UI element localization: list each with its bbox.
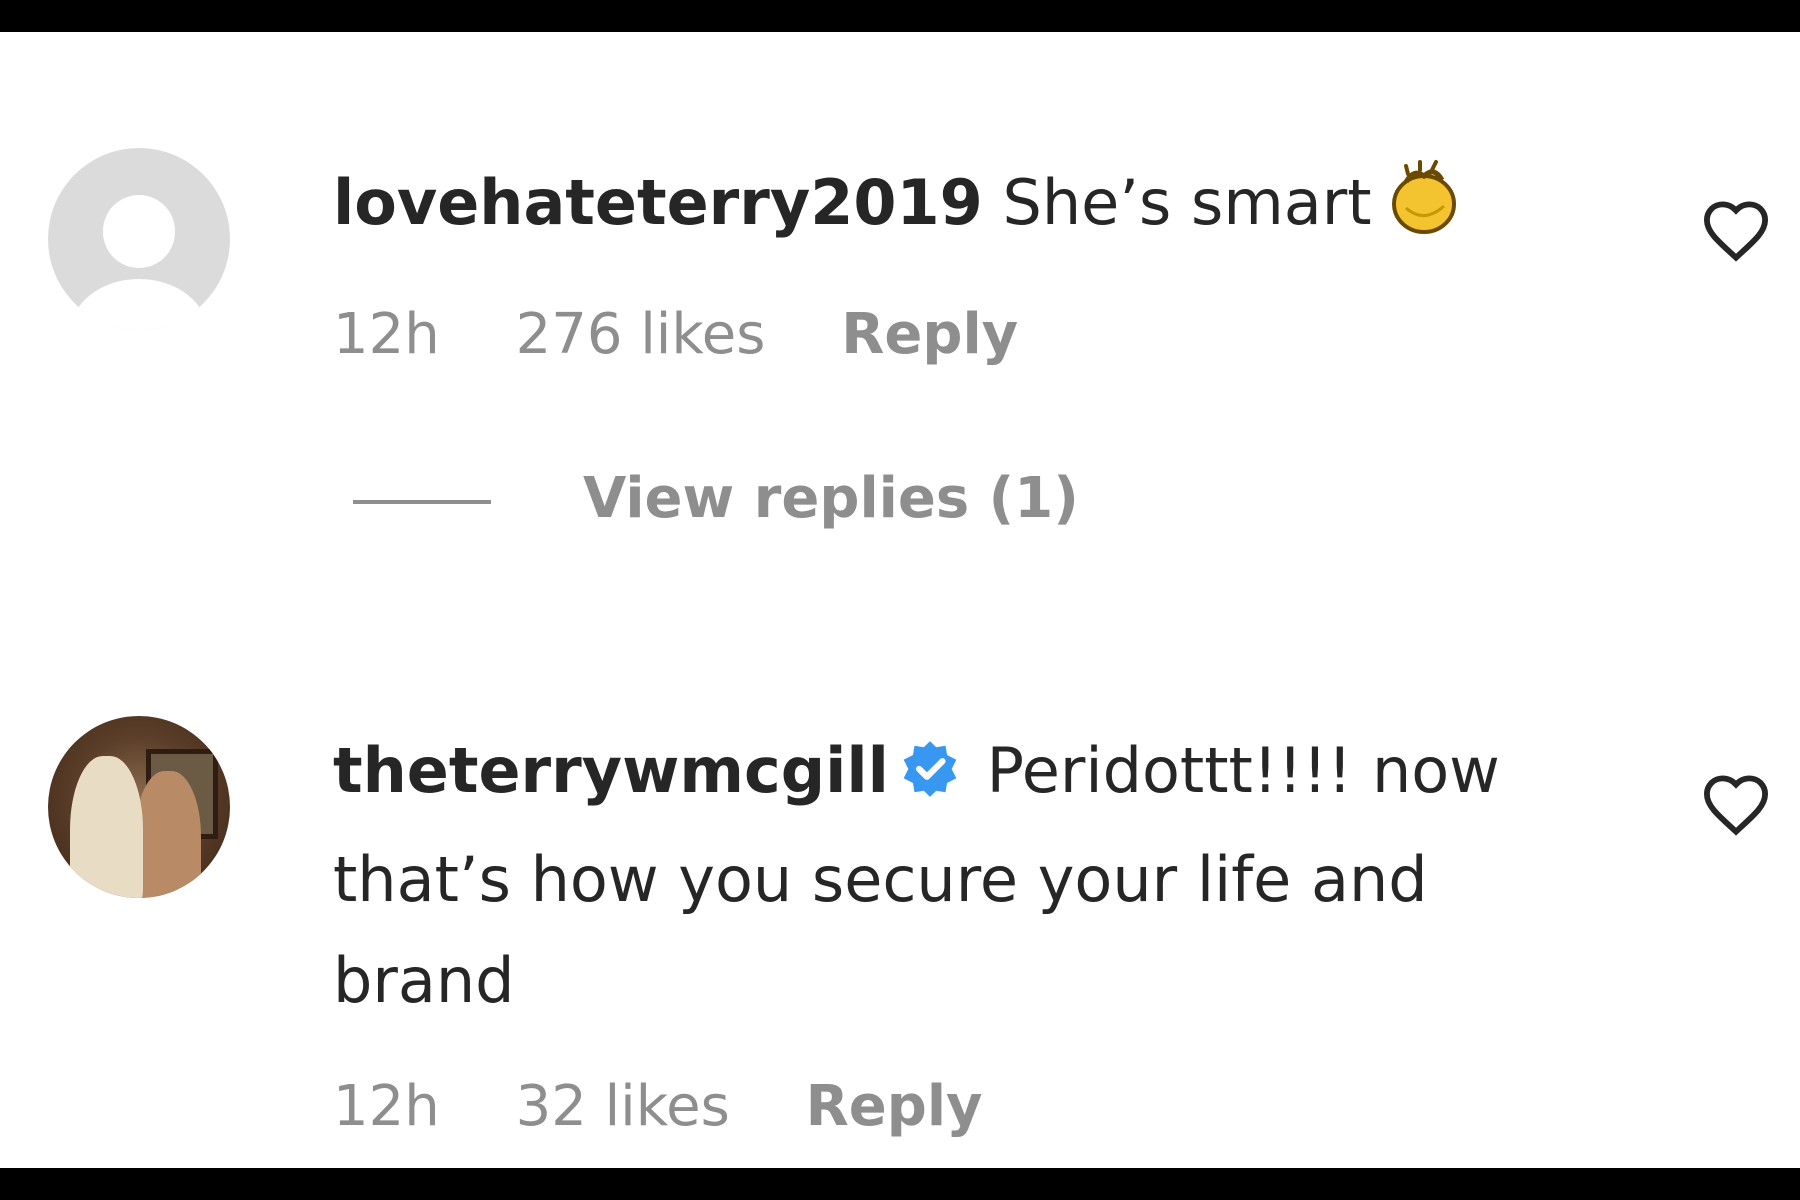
comment-likes[interactable]: 276 likes (516, 302, 766, 367)
clapping-hands-icon (1384, 158, 1464, 267)
comments-panel: lovehateterry2019 She’s smart 12h 276 li… (0, 32, 1800, 1168)
comment-meta: 12h 276 likes Reply (333, 300, 1076, 370)
comment-username[interactable]: lovehateterry2019 (333, 166, 983, 239)
avatar-head (102, 195, 176, 269)
avatar[interactable] (48, 716, 230, 898)
comment-time[interactable]: 12h (333, 302, 440, 367)
view-replies-divider (353, 499, 491, 504)
comment-username[interactable]: theterrywmcgill (333, 734, 889, 807)
comment-body: theterrywmcgill Peridottt!!!! now that’s… (333, 720, 1593, 1031)
comment-meta: 12h 32 likes Reply (333, 1072, 1041, 1142)
heart-icon[interactable] (1700, 198, 1772, 262)
reply-button[interactable]: Reply (841, 302, 1018, 367)
comment-time[interactable]: 12h (333, 1074, 440, 1139)
comment-likes[interactable]: 32 likes (516, 1074, 730, 1139)
verified-badge-icon (899, 728, 961, 829)
reply-button[interactable]: Reply (806, 1074, 983, 1139)
comment-body: lovehateterry2019 She’s smart (333, 152, 1593, 267)
avatar[interactable] (48, 148, 230, 330)
avatar-shoulders (69, 279, 209, 330)
comment-text: She’s smart (1002, 166, 1372, 239)
avatar-photo-person (69, 756, 143, 898)
view-replies-label: View replies (1) (583, 466, 1079, 531)
avatar-photo-person (135, 770, 201, 898)
heart-icon[interactable] (1700, 772, 1772, 836)
view-replies-button[interactable]: View replies (1) (353, 464, 1079, 534)
